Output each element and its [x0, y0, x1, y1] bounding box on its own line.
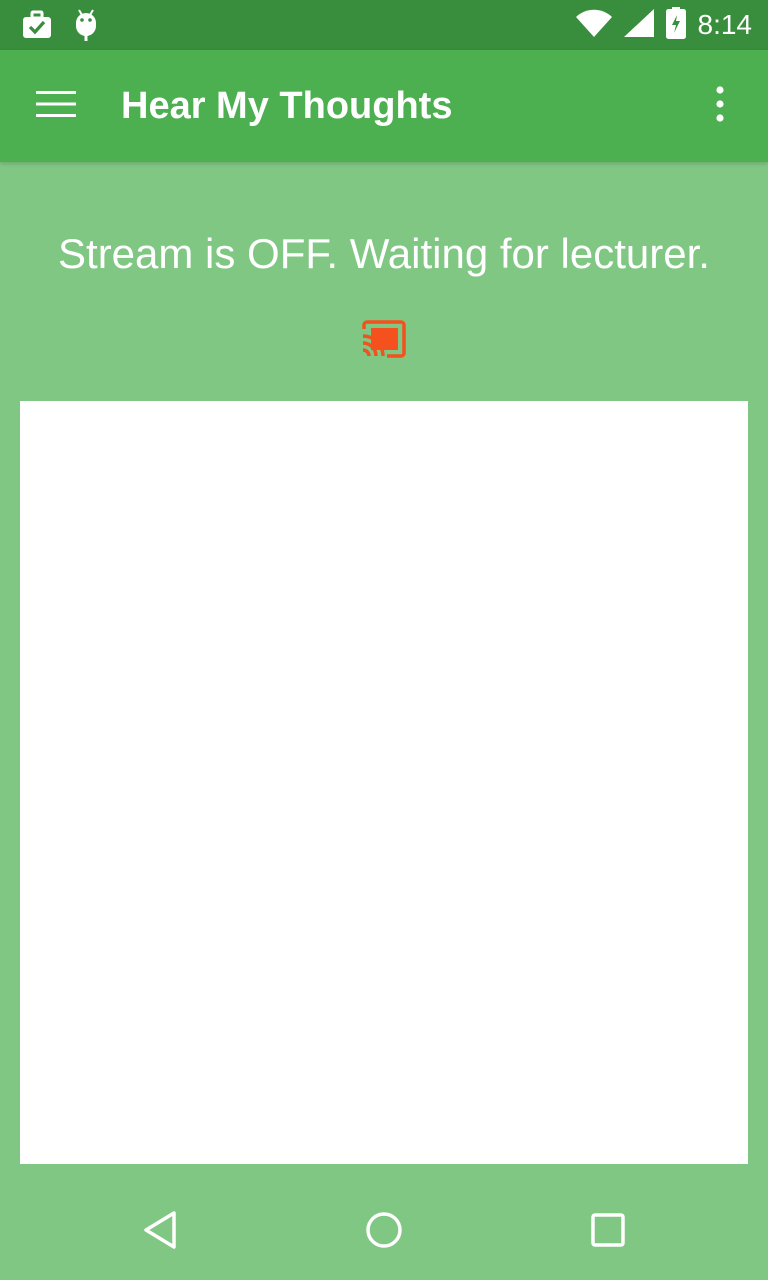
- overflow-menu-button[interactable]: [698, 84, 742, 128]
- briefcase-check-icon: [22, 10, 52, 45]
- home-button[interactable]: [356, 1208, 412, 1256]
- stream-status-text: Stream is OFF. Waiting for lecturer.: [58, 230, 710, 277]
- nav-bar: [0, 1184, 768, 1280]
- screen: 8:14 Hear My Thoughts Stream is OFF. Wai…: [0, 0, 768, 1280]
- app-title: Hear My Thoughts: [121, 85, 453, 127]
- cast-button[interactable]: [358, 318, 410, 364]
- more-vert-icon: [715, 85, 725, 127]
- wifi-icon: [575, 9, 612, 42]
- home-icon: [365, 1211, 403, 1254]
- menu-button[interactable]: [28, 86, 84, 126]
- stream-content-panel: [20, 401, 748, 1164]
- recents-button[interactable]: [580, 1208, 636, 1256]
- android-debug-icon: [74, 9, 98, 46]
- status-bar: 8:14: [0, 0, 768, 50]
- status-time: 8:14: [697, 9, 753, 40]
- hamburger-menu-icon: [36, 90, 76, 123]
- battery-charging-icon: [665, 6, 686, 44]
- status-notifications: [22, 9, 98, 46]
- app-bar: Hear My Thoughts: [0, 50, 768, 162]
- recents-icon: [590, 1212, 626, 1253]
- status-system-icons: 8:14: [575, 6, 753, 44]
- cast-connected-icon: [361, 319, 407, 363]
- back-icon: [142, 1210, 178, 1255]
- cell-signal-icon: [623, 8, 654, 42]
- back-button[interactable]: [132, 1208, 188, 1256]
